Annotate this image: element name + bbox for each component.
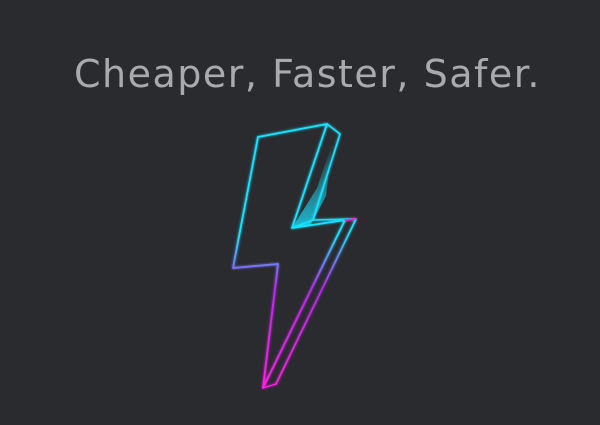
hero-banner: Cheaper, Faster, Safer. xyxy=(0,0,600,425)
lightning-bolt-icon xyxy=(232,123,357,389)
